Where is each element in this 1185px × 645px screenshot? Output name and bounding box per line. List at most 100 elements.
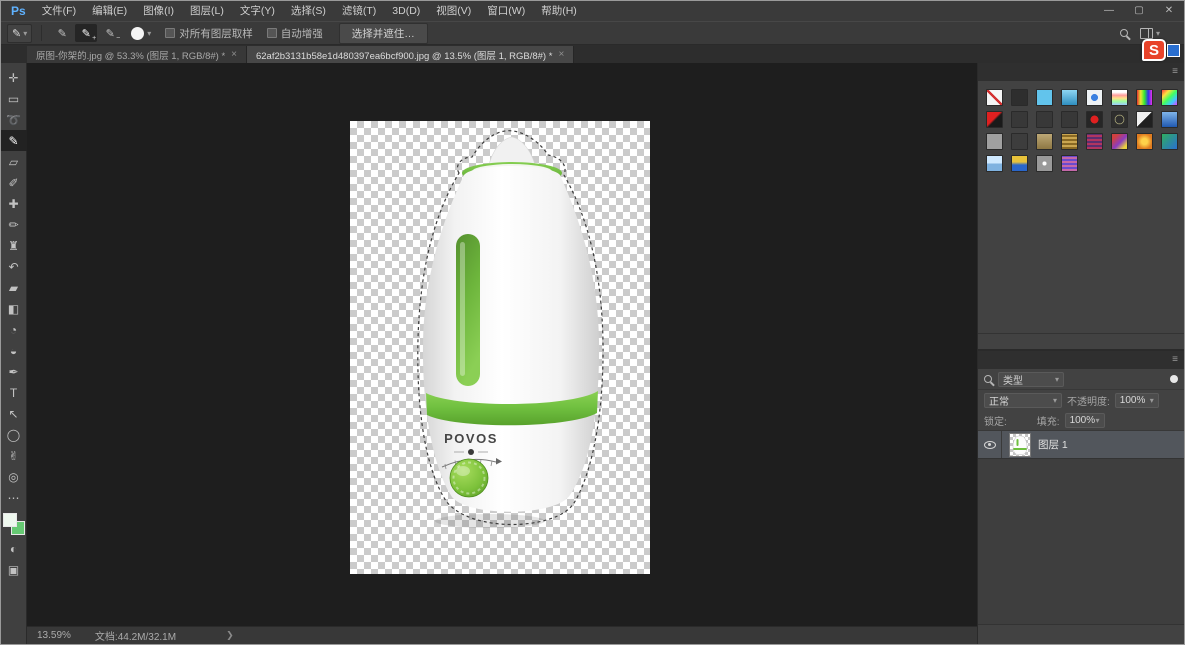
document-tab[interactable]: 62af2b3131b58e1d480397ea6bcf900.jpg @ 13…	[247, 46, 574, 63]
menu-item[interactable]: 窗口(W)	[479, 1, 533, 21]
layer-thumbnail[interactable]	[1009, 433, 1031, 457]
lasso-tool[interactable]: ➰	[1, 109, 27, 130]
style-swatch[interactable]	[1011, 89, 1028, 106]
style-swatch[interactable]	[1061, 89, 1078, 106]
status-expand-arrow[interactable]: ❯	[226, 630, 234, 641]
menu-item[interactable]: 视图(V)	[428, 1, 479, 21]
quick-mask-mode-button[interactable]: ◐	[1, 538, 27, 559]
style-swatch[interactable]	[1136, 89, 1153, 106]
style-swatch[interactable]	[986, 111, 1003, 128]
auto-enhance-checkbox[interactable]: 自动增强	[267, 26, 323, 41]
ime-state-icon[interactable]	[1167, 44, 1180, 57]
menu-item[interactable]: 文件(F)	[34, 1, 84, 21]
marquee-tool[interactable]: ▭	[1, 88, 27, 109]
style-swatch[interactable]	[1036, 133, 1053, 150]
pen-tool[interactable]: ✒	[1, 361, 27, 382]
style-swatch[interactable]	[986, 133, 1003, 150]
shape-tool[interactable]: ◯	[1, 424, 27, 445]
style-swatch[interactable]	[986, 155, 1003, 172]
menu-item[interactable]: 文字(Y)	[232, 1, 283, 21]
add-to-selection-mode[interactable]: ✎ +	[75, 24, 97, 42]
close-button[interactable]: ✕	[1154, 1, 1184, 21]
maximize-button[interactable]: ▢	[1124, 1, 1154, 21]
sample-all-layers-checkbox[interactable]: 对所有图层取样	[165, 26, 253, 41]
style-swatch[interactable]	[1011, 111, 1028, 128]
move-tool[interactable]: ✛	[1, 67, 27, 88]
new-selection-mode[interactable]: ✎	[51, 24, 73, 42]
zoom-tool[interactable]: ◎	[1, 466, 27, 487]
search-icon[interactable]	[1120, 29, 1128, 37]
menu-item[interactable]: 帮助(H)	[533, 1, 585, 21]
fill-dropdown[interactable]: 100% ▾	[1065, 413, 1105, 428]
screen-mode-button[interactable]: ▣	[1, 559, 27, 580]
menu-item[interactable]: 滤镜(T)	[334, 1, 384, 21]
canvas-area[interactable]: POVOS 13.59% 文档:44.2M/32.1M ❯	[27, 63, 977, 644]
workspace-switcher[interactable]: ▾	[1140, 28, 1160, 39]
zoom-level[interactable]: 13.59%	[27, 630, 85, 641]
clone-stamp-tool[interactable]: ♜	[1, 235, 27, 256]
sogou-icon[interactable]: S	[1142, 39, 1166, 61]
close-icon[interactable]: ×	[231, 49, 237, 60]
panel-menu-icon[interactable]: ≡	[1172, 63, 1178, 81]
eyedropper-tool[interactable]: ✐	[1, 172, 27, 193]
style-swatch[interactable]	[1036, 89, 1053, 106]
layer-name[interactable]: 图层 1	[1038, 437, 1068, 452]
style-swatch[interactable]	[1011, 133, 1028, 150]
menu-item[interactable]: 图像(I)	[135, 1, 182, 21]
blur-tool[interactable]: ◔	[1, 319, 27, 340]
tool-icon: ▰	[9, 281, 18, 295]
style-swatch[interactable]	[1061, 133, 1078, 150]
style-swatch[interactable]	[1136, 111, 1153, 128]
minimize-button[interactable]: —	[1094, 1, 1124, 21]
healing-brush-tool[interactable]: ✚	[1, 193, 27, 214]
ime-overlay[interactable]: S	[1142, 39, 1180, 61]
hand-tool[interactable]: ✌	[1, 445, 27, 466]
style-swatch[interactable]	[1061, 155, 1078, 172]
quick-selection-tool[interactable]: ✎	[1, 130, 27, 151]
style-swatch[interactable]	[1086, 111, 1103, 128]
edit-toolbar-button[interactable]: ⋯	[1, 487, 27, 508]
panel-menu-icon[interactable]: ≡	[1172, 351, 1178, 369]
style-swatch[interactable]	[1036, 111, 1053, 128]
style-swatch[interactable]	[1161, 111, 1178, 128]
style-swatch[interactable]	[1111, 133, 1128, 150]
style-swatch[interactable]	[986, 89, 1003, 106]
brush-size-picker[interactable]: ▾	[131, 27, 151, 40]
style-swatch[interactable]	[1036, 155, 1053, 172]
select-and-mask-button[interactable]: 选择并遮住…	[339, 23, 428, 44]
menu-item[interactable]: 编辑(E)	[84, 1, 135, 21]
filter-kind-dropdown[interactable]: 类型 ▾	[998, 372, 1064, 387]
style-swatch[interactable]	[1111, 89, 1128, 106]
tool-preset-picker[interactable]: ✎ ▾	[7, 24, 32, 43]
eraser-tool[interactable]: ▰	[1, 277, 27, 298]
path-selection-tool[interactable]: ↖	[1, 403, 27, 424]
blend-mode-dropdown[interactable]: 正常 ▾	[984, 393, 1062, 408]
menu-item[interactable]: 图层(L)	[182, 1, 232, 21]
menu-item[interactable]: 选择(S)	[283, 1, 334, 21]
foreground-color-swatch[interactable]	[3, 513, 17, 527]
layer-row[interactable]: 图层 1	[978, 431, 1184, 459]
opacity-dropdown[interactable]: 100% ▾	[1115, 393, 1159, 408]
style-swatch[interactable]	[1061, 111, 1078, 128]
dodge-tool[interactable]: ◒	[1, 340, 27, 361]
style-swatch[interactable]	[1086, 89, 1103, 106]
document-tab[interactable]: 原图-你架的.jpg @ 53.3% (图层 1, RGB/8#) * ×	[27, 46, 247, 63]
style-swatch[interactable]	[1086, 133, 1103, 150]
color-swatches[interactable]	[3, 513, 25, 535]
style-swatch[interactable]	[1136, 133, 1153, 150]
brush-tool[interactable]: ✏	[1, 214, 27, 235]
style-swatch[interactable]	[1111, 111, 1128, 128]
type-tool[interactable]: T	[1, 382, 27, 403]
history-brush-tool[interactable]: ↶	[1, 256, 27, 277]
style-swatch[interactable]	[1161, 133, 1178, 150]
menu-item[interactable]: 3D(D)	[384, 1, 428, 21]
subtract-from-selection-mode[interactable]: ✎ −	[99, 24, 121, 42]
style-swatch[interactable]	[1011, 155, 1028, 172]
layer-visibility-toggle[interactable]	[978, 431, 1002, 458]
transparent-canvas[interactable]: POVOS	[350, 121, 650, 574]
gradient-tool[interactable]: ◧	[1, 298, 27, 319]
close-icon[interactable]: ×	[558, 49, 564, 60]
crop-tool[interactable]: ▱	[1, 151, 27, 172]
style-swatch[interactable]	[1161, 89, 1178, 106]
filter-toggle[interactable]	[1170, 375, 1178, 383]
